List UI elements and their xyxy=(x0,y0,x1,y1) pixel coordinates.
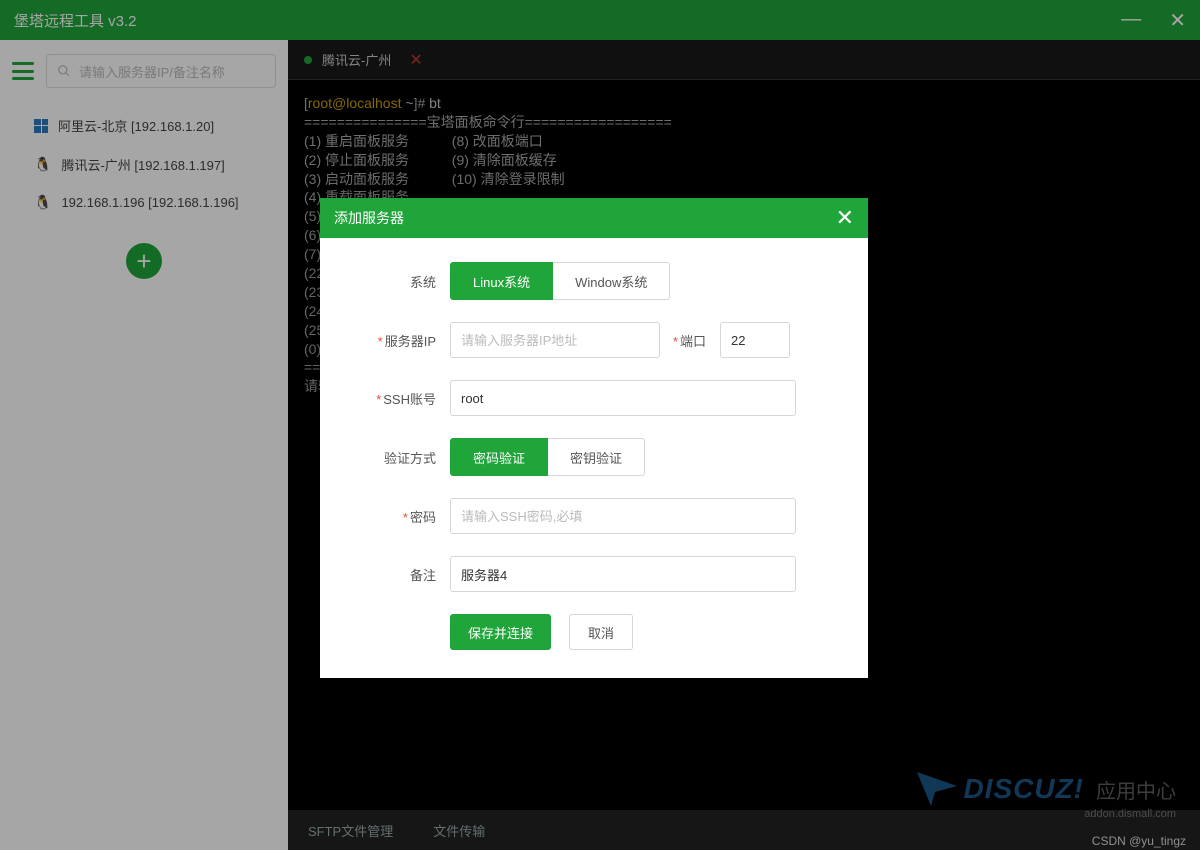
segment-windows[interactable]: Window系统 xyxy=(553,262,670,300)
discuz-suffix: 应用中心 xyxy=(1096,775,1176,804)
csdn-watermark: CSDN @yu_tingz xyxy=(1092,834,1186,848)
label-password: *密码 xyxy=(360,507,450,526)
discuz-watermark: DISCUZ! 应用中心 addon.dismall.com xyxy=(917,772,1176,806)
discuz-text: DISCUZ! xyxy=(963,773,1084,805)
window-controls: — ✕ xyxy=(1121,8,1186,33)
auth-segment: 密码验证 密钥验证 xyxy=(450,438,645,476)
segment-linux[interactable]: Linux系统 xyxy=(450,262,553,300)
label-remark: 备注 xyxy=(360,565,450,584)
sidebar-top: 请输入服务器IP/备注名称 xyxy=(0,54,288,88)
tab-close-icon[interactable]: ✕ xyxy=(409,50,422,70)
modal-actions: 保存并连接 取消 xyxy=(360,614,828,650)
row-remark: 备注 xyxy=(360,556,828,592)
row-auth-method: 验证方式 密码验证 密钥验证 xyxy=(360,438,828,476)
remark-input[interactable] xyxy=(450,556,796,592)
windows-icon xyxy=(34,119,48,133)
label-auth-method: 验证方式 xyxy=(360,448,450,467)
server-item[interactable]: 🐧 192.168.1.196 [192.168.1.196] xyxy=(28,184,276,221)
terminal-tabs: 腾讯云-广州 ✕ xyxy=(288,40,1200,80)
label-server-ip: *服务器IP xyxy=(360,331,450,350)
port-input[interactable] xyxy=(720,322,790,358)
discuz-arrow-icon xyxy=(917,772,957,806)
tab-active[interactable]: 腾讯云-广州 ✕ xyxy=(288,40,439,79)
close-button[interactable]: ✕ xyxy=(1169,8,1186,33)
label-port: *端口 xyxy=(660,331,720,350)
bottom-bar: SFTP文件管理 文件传输 xyxy=(288,810,1200,850)
search-icon xyxy=(57,64,71,78)
row-server-ip: *服务器IP *端口 xyxy=(360,322,828,358)
row-system: 系统 Linux系统 Window系统 xyxy=(360,262,828,300)
label-system: 系统 xyxy=(360,272,450,291)
server-label: 阿里云-北京 [192.168.1.20] xyxy=(58,116,214,135)
system-segment: Linux系统 Window系统 xyxy=(450,262,670,300)
sftp-manage-link[interactable]: SFTP文件管理 xyxy=(308,821,393,840)
modal-header: 添加服务器 ✕ xyxy=(320,198,868,238)
cancel-button[interactable]: 取消 xyxy=(569,614,633,650)
server-item[interactable]: 🐧 腾讯云-广州 [192.168.1.197] xyxy=(28,145,276,184)
search-placeholder: 请输入服务器IP/备注名称 xyxy=(79,62,225,81)
search-input[interactable]: 请输入服务器IP/备注名称 xyxy=(46,54,276,88)
app-title: 堡塔远程工具 v3.2 xyxy=(14,10,137,31)
linux-icon: 🐧 xyxy=(34,156,51,173)
linux-icon: 🐧 xyxy=(34,194,51,211)
status-dot-icon xyxy=(304,56,312,64)
add-server-modal: 添加服务器 ✕ 系统 Linux系统 Window系统 *服务器IP *端口 *… xyxy=(320,198,868,678)
discuz-sub: addon.dismall.com xyxy=(1084,808,1176,820)
sidebar: 请输入服务器IP/备注名称 阿里云-北京 [192.168.1.20] 🐧 腾讯… xyxy=(0,40,288,810)
modal-title: 添加服务器 xyxy=(334,208,404,228)
server-ip-input[interactable] xyxy=(450,322,660,358)
modal-close-icon[interactable]: ✕ xyxy=(836,205,854,231)
segment-password-auth[interactable]: 密码验证 xyxy=(450,438,548,476)
save-connect-button[interactable]: 保存并连接 xyxy=(450,614,551,650)
server-label: 腾讯云-广州 [192.168.1.197] xyxy=(61,155,224,174)
password-input[interactable] xyxy=(450,498,796,534)
add-server-button[interactable]: + xyxy=(126,243,162,279)
modal-body: 系统 Linux系统 Window系统 *服务器IP *端口 *SSH账号 验证… xyxy=(320,238,868,678)
tab-label: 腾讯云-广州 xyxy=(322,50,391,69)
label-ssh-account: *SSH账号 xyxy=(360,389,450,408)
minimize-button[interactable]: — xyxy=(1121,8,1141,33)
ssh-account-input[interactable] xyxy=(450,380,796,416)
server-label: 192.168.1.196 [192.168.1.196] xyxy=(61,195,238,210)
segment-key-auth[interactable]: 密钥验证 xyxy=(548,438,645,476)
menu-icon[interactable] xyxy=(12,62,34,80)
server-item[interactable]: 阿里云-北京 [192.168.1.20] xyxy=(28,106,276,145)
server-list: 阿里云-北京 [192.168.1.20] 🐧 腾讯云-广州 [192.168.… xyxy=(0,88,288,221)
row-password: *密码 xyxy=(360,498,828,534)
row-ssh-account: *SSH账号 xyxy=(360,380,828,416)
titlebar: 堡塔远程工具 v3.2 — ✕ xyxy=(0,0,1200,40)
file-transfer-link[interactable]: 文件传输 xyxy=(433,821,485,840)
